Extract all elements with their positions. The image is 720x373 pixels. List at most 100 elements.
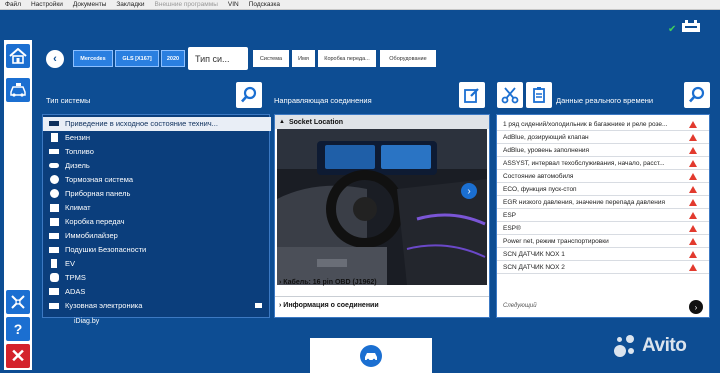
live-data-label: Power net, режим транспортировки: [503, 238, 609, 246]
live-data-item[interactable]: Power net, режим транспортировки: [497, 236, 709, 249]
ev-icon: [51, 259, 57, 269]
system-item-reset[interactable]: Приведение в исходное состояние технич..…: [43, 117, 271, 131]
crumb-model[interactable]: GLS [X167]: [115, 50, 159, 67]
system-item-fuel[interactable]: Топливо: [43, 145, 271, 159]
live-data-label: ASSYST, интервал техобслуживания, начало…: [503, 160, 665, 168]
system-item-petrol[interactable]: Бензин: [43, 131, 271, 145]
system-item-immobilizer[interactable]: Иммобилайзер: [43, 229, 271, 243]
live-data-item[interactable]: AdBlue, дозирующий клапан: [497, 132, 709, 145]
search-icon: [689, 86, 705, 103]
system-item-ev[interactable]: EV: [43, 257, 271, 271]
tab-equipment[interactable]: Оборудование: [380, 50, 436, 67]
cable-row[interactable]: › Кабель: 16 pin OBD (J1962): [279, 279, 377, 286]
crumb-year[interactable]: 2020: [161, 50, 185, 67]
warning-icon: [689, 160, 697, 168]
socket-location-header[interactable]: ▲ Socket Location: [275, 115, 489, 129]
edit-connection-button[interactable]: [459, 82, 485, 108]
live-data-item[interactable]: ASSYST, интервал техобслуживания, начало…: [497, 158, 709, 171]
live-data-item[interactable]: SCN ДАТЧИК NOX 2: [497, 262, 709, 275]
home-button[interactable]: [6, 44, 30, 68]
live-data-item[interactable]: Состояние автомобиля: [497, 171, 709, 184]
car-icon: [360, 344, 382, 367]
close-button[interactable]: ✕: [6, 344, 30, 368]
live-data-label: AdBlue, дозирующий клапан: [503, 134, 589, 142]
live-data-item[interactable]: 1 ряд сидений/холодильник в багажнике и …: [497, 119, 709, 132]
system-item-label: Приборная панель: [65, 189, 131, 199]
tab-gearbox[interactable]: Коробка переда...: [318, 50, 376, 67]
live-data-label: 1 ряд сидений/холодильник в багажнике и …: [503, 121, 668, 129]
live-data-item[interactable]: AdBlue, уровень заполнения: [497, 145, 709, 158]
connection-guide-panel: ▲ Socket Location › › Кабель: 16 pin OBD…: [274, 114, 490, 318]
chevron-right-icon: ›: [694, 302, 698, 312]
warning-icon: [689, 225, 697, 233]
connection-info-label: Информация о соединении: [283, 302, 379, 309]
edit-icon: [464, 88, 479, 103]
menu-item-bookmarks[interactable]: Закладки: [111, 1, 149, 8]
vehicle-button[interactable]: [6, 78, 30, 102]
menu-bar: Файл Настройки Документы Закладки Внешни…: [0, 0, 720, 10]
menu-item-file[interactable]: Файл: [0, 1, 26, 8]
chevron-right-icon: ›: [279, 279, 282, 286]
close-icon: ✕: [10, 345, 26, 366]
climate-icon: [49, 203, 59, 212]
warning-icon: [689, 212, 697, 220]
live-data-item[interactable]: ECO, функция пуск-стоп: [497, 184, 709, 197]
next-image-button[interactable]: ›: [461, 183, 477, 199]
collapse-icon: ▲: [279, 119, 285, 125]
menu-item-help[interactable]: Подсказка: [244, 1, 285, 8]
crumb-make[interactable]: Mercedes: [73, 50, 113, 67]
system-item-climate[interactable]: Климат: [43, 201, 271, 215]
live-data-item[interactable]: EGR низкого давления, значение перепада …: [497, 197, 709, 210]
special-functions-button[interactable]: [497, 82, 523, 108]
system-item-adas[interactable]: ADAS: [43, 285, 271, 299]
tab-name[interactable]: Имя: [292, 50, 315, 67]
fuel-gauge-icon: [49, 149, 59, 155]
system-type-search[interactable]: Тип си...: [188, 47, 248, 70]
next-page-button[interactable]: ›: [689, 300, 703, 314]
live-data-item[interactable]: ESP®: [497, 223, 709, 236]
system-type-list: Приведение в исходное состояние технич..…: [42, 114, 271, 318]
vehicle-connect-button[interactable]: [310, 338, 432, 373]
search-live-data-button[interactable]: [684, 82, 710, 108]
adas-icon: [49, 288, 59, 296]
body-electronics-icon: [49, 302, 59, 309]
search-systems-button[interactable]: [236, 82, 262, 108]
system-item-gearbox[interactable]: Коробка передач: [43, 215, 271, 229]
chevron-right-icon: ›: [467, 185, 471, 197]
warning-icon: [689, 199, 697, 207]
menu-item-documents[interactable]: Документы: [68, 1, 112, 8]
connection-info-row[interactable]: › Информация о соединении: [279, 302, 379, 309]
menu-item-vin[interactable]: VIN: [223, 1, 244, 8]
help-button[interactable]: ?: [6, 317, 30, 341]
system-item-label: Иммобилайзер: [65, 231, 118, 241]
live-data-label: AdBlue, уровень заполнения: [503, 147, 590, 155]
tpms-icon: [49, 273, 59, 283]
brake-icon: [49, 175, 59, 185]
wrench-screwdriver-icon: [11, 295, 25, 309]
warning-icon: [689, 173, 697, 181]
system-item-dashboard[interactable]: Приборная панель: [43, 187, 271, 201]
car-diagnostic-icon: [10, 83, 26, 97]
system-item-airbag[interactable]: Подушки Безопасности: [43, 243, 271, 257]
system-item-label: Коробка передач: [65, 217, 125, 227]
live-data-item[interactable]: ESP: [497, 210, 709, 223]
system-item-label: Подушки Безопасности: [65, 245, 147, 255]
report-button[interactable]: [526, 82, 552, 108]
tab-system[interactable]: Система: [253, 50, 289, 67]
system-item-brakes[interactable]: Тормозная система: [43, 173, 271, 187]
live-data-label: SCN ДАТЧИК NOX 2: [503, 264, 565, 272]
live-data-item[interactable]: SCN ДАТЧИК NOX 1: [497, 249, 709, 262]
system-item-tpms[interactable]: TPMS: [43, 271, 271, 285]
system-item-body-electronics[interactable]: Кузовная электроника: [43, 299, 271, 313]
tools-button[interactable]: [6, 290, 30, 314]
fuel-pump-icon: [50, 133, 58, 143]
back-button[interactable]: ‹: [46, 50, 64, 68]
warning-icon: [689, 121, 697, 129]
question-icon: ?: [14, 321, 23, 337]
right-panel-title: Данные реального времени: [556, 96, 654, 105]
avito-logo-icon: [612, 333, 638, 359]
system-item-diesel[interactable]: Дизель: [43, 159, 271, 173]
menu-item-external-programs[interactable]: Внешние программы: [150, 1, 223, 8]
system-item-label: ADAS: [65, 287, 86, 297]
menu-item-settings[interactable]: Настройки: [26, 1, 68, 8]
